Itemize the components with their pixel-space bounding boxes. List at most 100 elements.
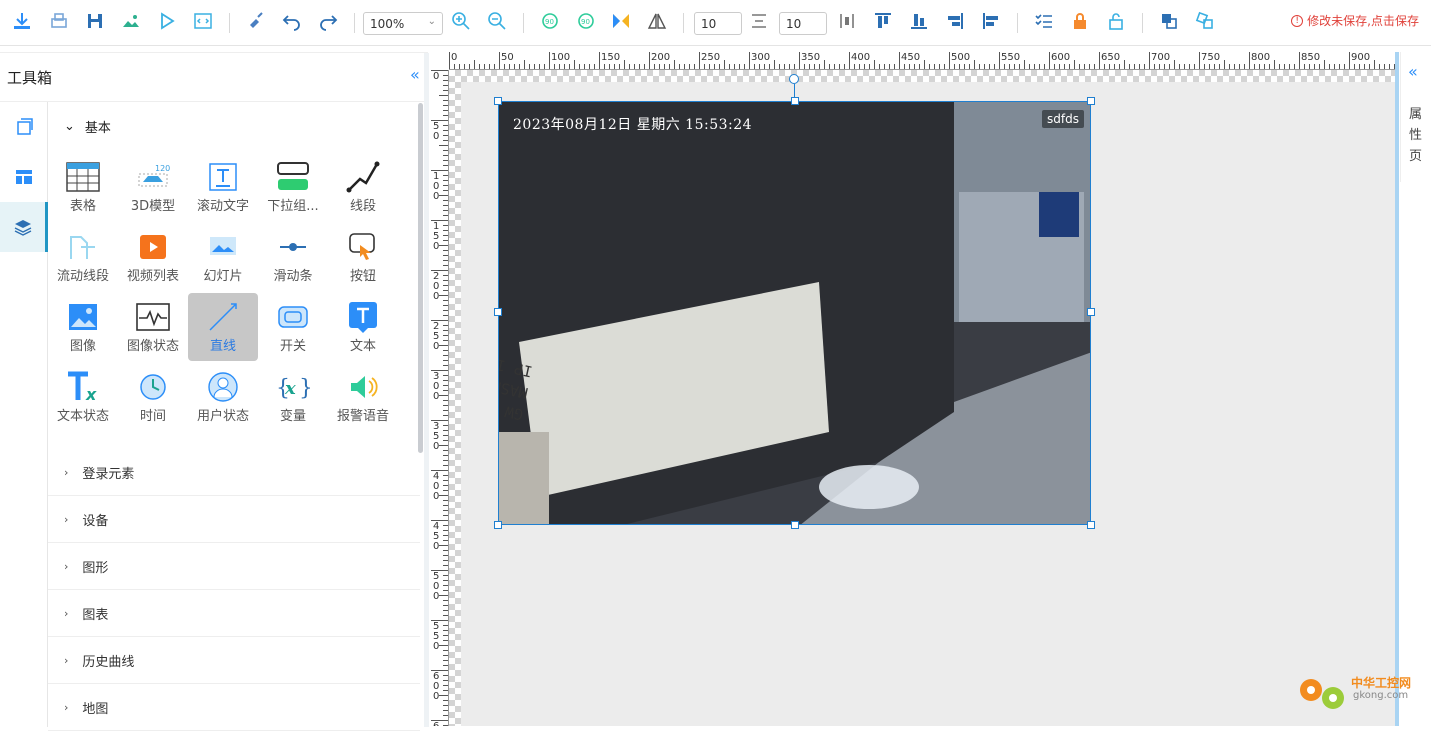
tool-3d-model[interactable]: 120 3D模型 bbox=[118, 153, 188, 221]
align-top-icon[interactable] bbox=[872, 10, 894, 32]
tab-components[interactable] bbox=[0, 202, 48, 252]
tool-slider[interactable]: 滑动条 bbox=[258, 223, 328, 291]
tool-button[interactable]: 按钮 bbox=[328, 223, 398, 291]
section-item[interactable]: › 登录元素 bbox=[48, 449, 420, 496]
resize-handle[interactable] bbox=[1087, 308, 1095, 316]
rotate-left-90-icon[interactable]: 90 bbox=[539, 10, 561, 32]
group-icon[interactable] bbox=[1158, 10, 1180, 32]
flip-horizontal-icon[interactable] bbox=[610, 10, 632, 32]
printer-icon[interactable] bbox=[48, 10, 70, 32]
ruler-tick-label: 500 bbox=[433, 571, 440, 602]
resize-handle[interactable] bbox=[791, 521, 799, 529]
tool-line[interactable]: 直线 bbox=[188, 293, 258, 361]
tool-label: 文本状态 bbox=[56, 409, 109, 424]
checklist-icon[interactable] bbox=[1033, 10, 1055, 32]
spacing-icon[interactable] bbox=[748, 10, 770, 32]
tool-variable[interactable]: {x} 变量 bbox=[258, 363, 328, 431]
zoom-select[interactable]: 100% ⌄ bbox=[363, 12, 443, 35]
unlock-icon[interactable] bbox=[1105, 10, 1127, 32]
tool-label: 表格 bbox=[69, 199, 96, 214]
design-canvas[interactable]: 0 50 100 150 200 250 300 350 400 450 500 550 600 650 7… bbox=[431, 52, 1395, 726]
scroll-text-icon bbox=[188, 153, 258, 193]
collapse-left-icon[interactable]: « bbox=[410, 65, 420, 84]
code-icon[interactable] bbox=[192, 10, 214, 32]
tool-video-list[interactable]: 视频列表 bbox=[118, 223, 188, 291]
tool-flow-line[interactable]: 流动线段 bbox=[48, 223, 118, 291]
lock-icon[interactable] bbox=[1069, 10, 1091, 32]
section-item[interactable]: › 地图 bbox=[48, 684, 420, 731]
section-item[interactable]: › 设备 bbox=[48, 496, 420, 543]
align-right-icon[interactable] bbox=[944, 10, 966, 32]
tool-label: 视频列表 bbox=[126, 269, 179, 284]
property-panel: « 属性页 bbox=[1400, 52, 1431, 182]
preview-play-icon[interactable] bbox=[156, 10, 178, 32]
property-tab[interactable]: 属性页 bbox=[1409, 104, 1423, 167]
vertical-tabs bbox=[0, 102, 48, 727]
tool-text-state[interactable]: x 文本状态 bbox=[48, 363, 118, 431]
zoom-out-icon[interactable] bbox=[486, 10, 508, 32]
chevron-right-icon: › bbox=[64, 465, 69, 479]
layout-icon bbox=[16, 170, 32, 184]
watermark-logo: 中华工控网 gkong.com bbox=[1295, 668, 1425, 724]
tool-image[interactable]: 图像 bbox=[48, 293, 118, 361]
zoom-in-icon[interactable] bbox=[450, 10, 472, 32]
image-icon[interactable] bbox=[120, 10, 142, 32]
resize-handle[interactable] bbox=[494, 521, 502, 529]
section-item[interactable]: › 图表 bbox=[48, 590, 420, 637]
expand-right-icon[interactable]: « bbox=[1408, 62, 1418, 81]
ruler-tick-label: 150 bbox=[433, 221, 440, 252]
gear-icon bbox=[1300, 679, 1344, 709]
redo-icon[interactable] bbox=[317, 10, 339, 32]
resize-handle[interactable] bbox=[1087, 521, 1095, 529]
rotate-right-90-icon[interactable]: 90 bbox=[575, 10, 597, 32]
distribute-icon[interactable] bbox=[836, 10, 858, 32]
tool-label: 滑动条 bbox=[273, 269, 313, 284]
tool-user-state[interactable]: 用户状态 bbox=[188, 363, 258, 431]
canvas-scrollbar[interactable] bbox=[1395, 52, 1399, 726]
tool-label: 图像状态 bbox=[126, 339, 179, 354]
resize-handle[interactable] bbox=[1087, 97, 1095, 105]
svg-text:90: 90 bbox=[581, 18, 590, 26]
tool-scroll-text[interactable]: 滚动文字 bbox=[188, 153, 258, 221]
save-icon[interactable] bbox=[84, 10, 106, 32]
clear-brush-icon[interactable] bbox=[245, 10, 267, 32]
tool-switch[interactable]: 开关 bbox=[258, 293, 328, 361]
tool-text[interactable]: 文本 bbox=[328, 293, 398, 361]
resize-handle[interactable] bbox=[494, 97, 502, 105]
tool-polyline[interactable]: 线段 bbox=[328, 153, 398, 221]
dropdown-icon bbox=[258, 153, 328, 193]
save-warning[interactable]: ! 修改未保存,点击保存 bbox=[1291, 12, 1419, 29]
height-input[interactable]: 10 bbox=[779, 12, 827, 35]
resize-handle[interactable] bbox=[494, 308, 502, 316]
tab-pages[interactable] bbox=[0, 102, 48, 152]
section-item[interactable]: › 图形 bbox=[48, 543, 420, 590]
tool-slideshow[interactable]: 幻灯片 bbox=[188, 223, 258, 291]
slider-icon bbox=[258, 223, 328, 263]
download-icon[interactable] bbox=[11, 10, 33, 32]
undo-icon[interactable] bbox=[281, 10, 303, 32]
tool-table[interactable]: 表格 bbox=[48, 153, 118, 221]
tool-clock[interactable]: 时间 bbox=[118, 363, 188, 431]
ruler-tick-label: 100 bbox=[433, 171, 440, 202]
scrollbar[interactable] bbox=[418, 103, 423, 453]
ruler-tick-label: 550 bbox=[1001, 52, 1021, 63]
section-item[interactable]: › 历史曲线 bbox=[48, 637, 420, 684]
tool-label: 下拉组... bbox=[267, 199, 319, 214]
flip-vertical-icon[interactable] bbox=[646, 10, 668, 32]
rotate-handle[interactable] bbox=[789, 74, 799, 84]
chevron-right-icon: › bbox=[64, 700, 69, 714]
align-left-icon[interactable] bbox=[980, 10, 1002, 32]
ungroup-icon[interactable] bbox=[1194, 10, 1216, 32]
tool-alarm-voice[interactable]: 报警语音 bbox=[328, 363, 398, 431]
tab-layout[interactable] bbox=[0, 152, 48, 202]
camera-video-widget[interactable]: GW 192 168 1 1 MASK 255 255 255 0 IP 192… bbox=[498, 101, 1091, 525]
variable-icon: {x} bbox=[258, 363, 328, 403]
ruler-tick-label: 350 bbox=[801, 52, 821, 63]
tool-dropdown[interactable]: 下拉组... bbox=[258, 153, 328, 221]
section-basic[interactable]: ⌄ 基本 bbox=[64, 117, 111, 136]
align-bottom-icon[interactable] bbox=[908, 10, 930, 32]
width-input[interactable]: 10 bbox=[694, 12, 742, 35]
image-icon bbox=[48, 293, 118, 333]
resize-handle[interactable] bbox=[791, 97, 799, 105]
tool-image-state[interactable]: 图像状态 bbox=[118, 293, 188, 361]
